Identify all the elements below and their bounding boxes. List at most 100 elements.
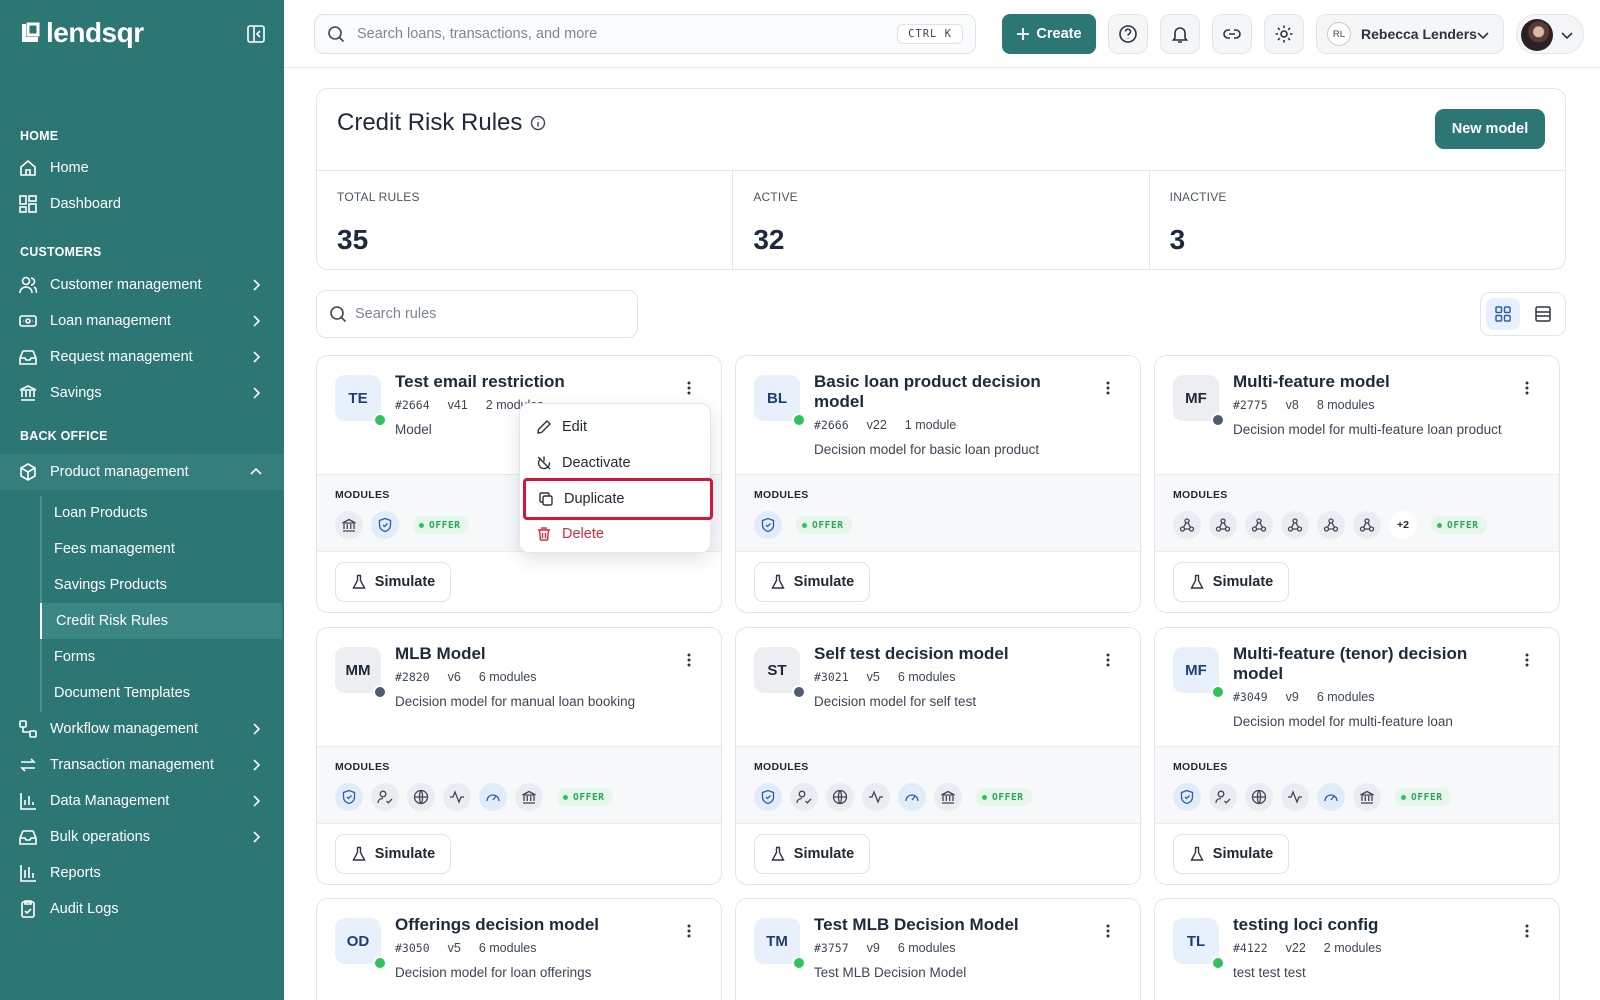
grid-view-button[interactable] [1486, 298, 1520, 330]
rule-id: #3021 [814, 670, 849, 684]
rule-description: Decision model for multi-feature loan [1233, 714, 1453, 729]
sidebar-subitem-document-templates[interactable]: Document Templates [42, 675, 284, 711]
rule-title[interactable]: Multi-feature (tenor) decision model [1233, 644, 1513, 684]
rule-description: Test MLB Decision Model [814, 965, 967, 980]
rules-search-input[interactable]: Search rules [316, 290, 638, 338]
rule-title[interactable]: testing loci config [1233, 915, 1513, 935]
menu-item-duplicate[interactable]: Duplicate [523, 478, 713, 520]
rule-card[interactable]: BL Basic loan product decision model #26… [735, 355, 1141, 613]
sidebar-item-customer-management[interactable]: Customer management [0, 267, 284, 303]
status-dot-active [373, 956, 387, 970]
more-options-icon[interactable] [1106, 380, 1110, 396]
modules-label: MODULES [1173, 489, 1228, 501]
sidebar-item-label: Workflow management [50, 721, 199, 737]
sidebar-item-data-management[interactable]: Data Management [0, 783, 284, 819]
more-options-icon[interactable] [1525, 923, 1529, 939]
rule-title[interactable]: Self test decision model [814, 644, 1094, 664]
rule-card[interactable]: MM MLB Model #2820 v6 6 modules Decision m… [316, 627, 722, 885]
settings-button[interactable] [1264, 14, 1304, 54]
rule-title[interactable]: Basic loan product decision model [814, 372, 1094, 412]
rule-title[interactable]: Multi-feature model [1233, 372, 1513, 392]
more-options-icon[interactable] [1525, 380, 1529, 396]
sidebar-item-label: Transaction management [50, 757, 214, 773]
sidebar-item-request-management[interactable]: Request management [0, 339, 284, 375]
rule-card[interactable]: MF Multi-feature (tenor) decision model … [1154, 627, 1560, 885]
sidebar-item-bulk-operations[interactable]: Bulk operations [0, 819, 284, 855]
flask-icon [352, 574, 366, 589]
simulate-button[interactable]: Simulate [335, 834, 451, 874]
user-menu[interactable]: RL Rebecca Lenders [1316, 14, 1504, 54]
collapse-sidebar-icon[interactable] [246, 24, 266, 44]
link-button[interactable] [1212, 14, 1252, 54]
info-icon[interactable] [530, 115, 546, 131]
brand-logo[interactable]: lendsqr [20, 18, 144, 48]
rule-modules-count: 6 modules [478, 670, 537, 684]
topbar: Search loans, transactions, and more CTR… [284, 0, 1600, 68]
offer-badge: OFFER [557, 788, 613, 806]
rule-id: #3757 [814, 941, 849, 955]
sidebar-item-transaction-management[interactable]: Transaction management [0, 747, 284, 783]
menu-item-delete[interactable]: Delete [526, 516, 706, 552]
user-name: Rebecca Lenders [1361, 26, 1477, 42]
simulate-button[interactable]: Simulate [335, 562, 451, 602]
new-model-button[interactable]: New model [1435, 109, 1545, 149]
rule-card[interactable]: OD Offerings decision model #3050 v5 6 mod… [316, 898, 722, 1000]
notifications-button[interactable] [1160, 14, 1200, 54]
sidebar-item-loan-management[interactable]: Loan management [0, 303, 284, 339]
menu-item-edit[interactable]: Edit [526, 409, 706, 445]
menu-item-deactivate[interactable]: Deactivate [526, 445, 706, 481]
shield-module-icon [371, 511, 399, 539]
more-options-icon[interactable] [1106, 923, 1110, 939]
rule-meta: #2820 v6 6 modules [395, 670, 537, 684]
sidebar-subitem-fees-management[interactable]: Fees management [42, 531, 284, 567]
sidebar-item-workflow-management[interactable]: Workflow management [0, 711, 284, 747]
stat-label: ACTIVE [753, 190, 798, 204]
rule-title[interactable]: Test email restriction [395, 372, 675, 392]
more-options-icon[interactable] [687, 652, 691, 668]
rule-initials-badge: BL [754, 375, 806, 427]
logo-mark-icon [22, 22, 40, 42]
sidebar-subitem-loan-products[interactable]: Loan Products [42, 495, 284, 531]
rule-title[interactable]: Offerings decision model [395, 915, 675, 935]
more-options-icon[interactable] [687, 923, 691, 939]
sidebar-item-product-management[interactable]: Product management [0, 454, 284, 490]
simulate-button[interactable]: Simulate [754, 562, 870, 602]
rule-initials-badge: TL [1173, 918, 1225, 970]
sidebar-item-home[interactable]: Home [0, 150, 284, 186]
simulate-button[interactable]: Simulate [754, 834, 870, 874]
rule-card[interactable]: MF Multi-feature model #2775 v8 8 modules … [1154, 355, 1560, 613]
status-dot-active [792, 413, 806, 427]
sidebar-item-savings[interactable]: Savings [0, 375, 284, 411]
sidebar-item-reports[interactable]: Reports [0, 855, 284, 891]
sidebar-subitem-forms[interactable]: Forms [42, 639, 284, 675]
list-view-button[interactable] [1526, 298, 1560, 330]
webhook-module-icon [1281, 511, 1309, 539]
rule-title[interactable]: MLB Model [395, 644, 675, 664]
rule-card[interactable]: TL testing loci config #4122 v22 2 modules… [1154, 898, 1560, 1000]
sidebar-item-audit-logs[interactable]: Audit Logs [0, 891, 284, 927]
section-label-back-office: BACK OFFICE [20, 429, 108, 443]
rule-meta: #3757 v9 6 modules [814, 941, 956, 955]
sidebar-item-dashboard[interactable]: Dashboard [0, 186, 284, 222]
profile-menu[interactable] [1516, 14, 1584, 54]
create-button[interactable]: Create [1002, 14, 1096, 54]
sidebar-subitem-savings-products[interactable]: Savings Products [42, 567, 284, 603]
rule-title[interactable]: Test MLB Decision Model [814, 915, 1094, 935]
more-options-icon[interactable] [1525, 652, 1529, 668]
more-options-icon[interactable] [687, 380, 691, 396]
rule-card[interactable]: ST Self test decision model #3021 v5 6 mod… [735, 627, 1141, 885]
rule-card[interactable]: TM Test MLB Decision Model #3757 v9 6 modu… [735, 898, 1141, 1000]
status-dot-active [1211, 685, 1225, 699]
sidebar-item-label: Bulk operations [50, 829, 150, 845]
keyboard-shortcut-badge: CTRL K [897, 24, 963, 44]
rule-initials-badge: OD [335, 918, 387, 970]
simulate-button[interactable]: Simulate [1173, 834, 1289, 874]
chevron-down-icon [1477, 32, 1489, 40]
simulate-button[interactable]: Simulate [1173, 562, 1289, 602]
sidebar-subitem-credit-risk-rules[interactable]: Credit Risk Rules [40, 603, 282, 639]
help-button[interactable] [1108, 14, 1148, 54]
bell-icon [1171, 27, 1189, 43]
more-options-icon[interactable] [1106, 652, 1110, 668]
global-search-input[interactable]: Search loans, transactions, and more CTR… [314, 14, 976, 54]
stats-row: TOTAL RULES 35 ACTIVE 32 INACTIVE 3 [317, 170, 1565, 270]
